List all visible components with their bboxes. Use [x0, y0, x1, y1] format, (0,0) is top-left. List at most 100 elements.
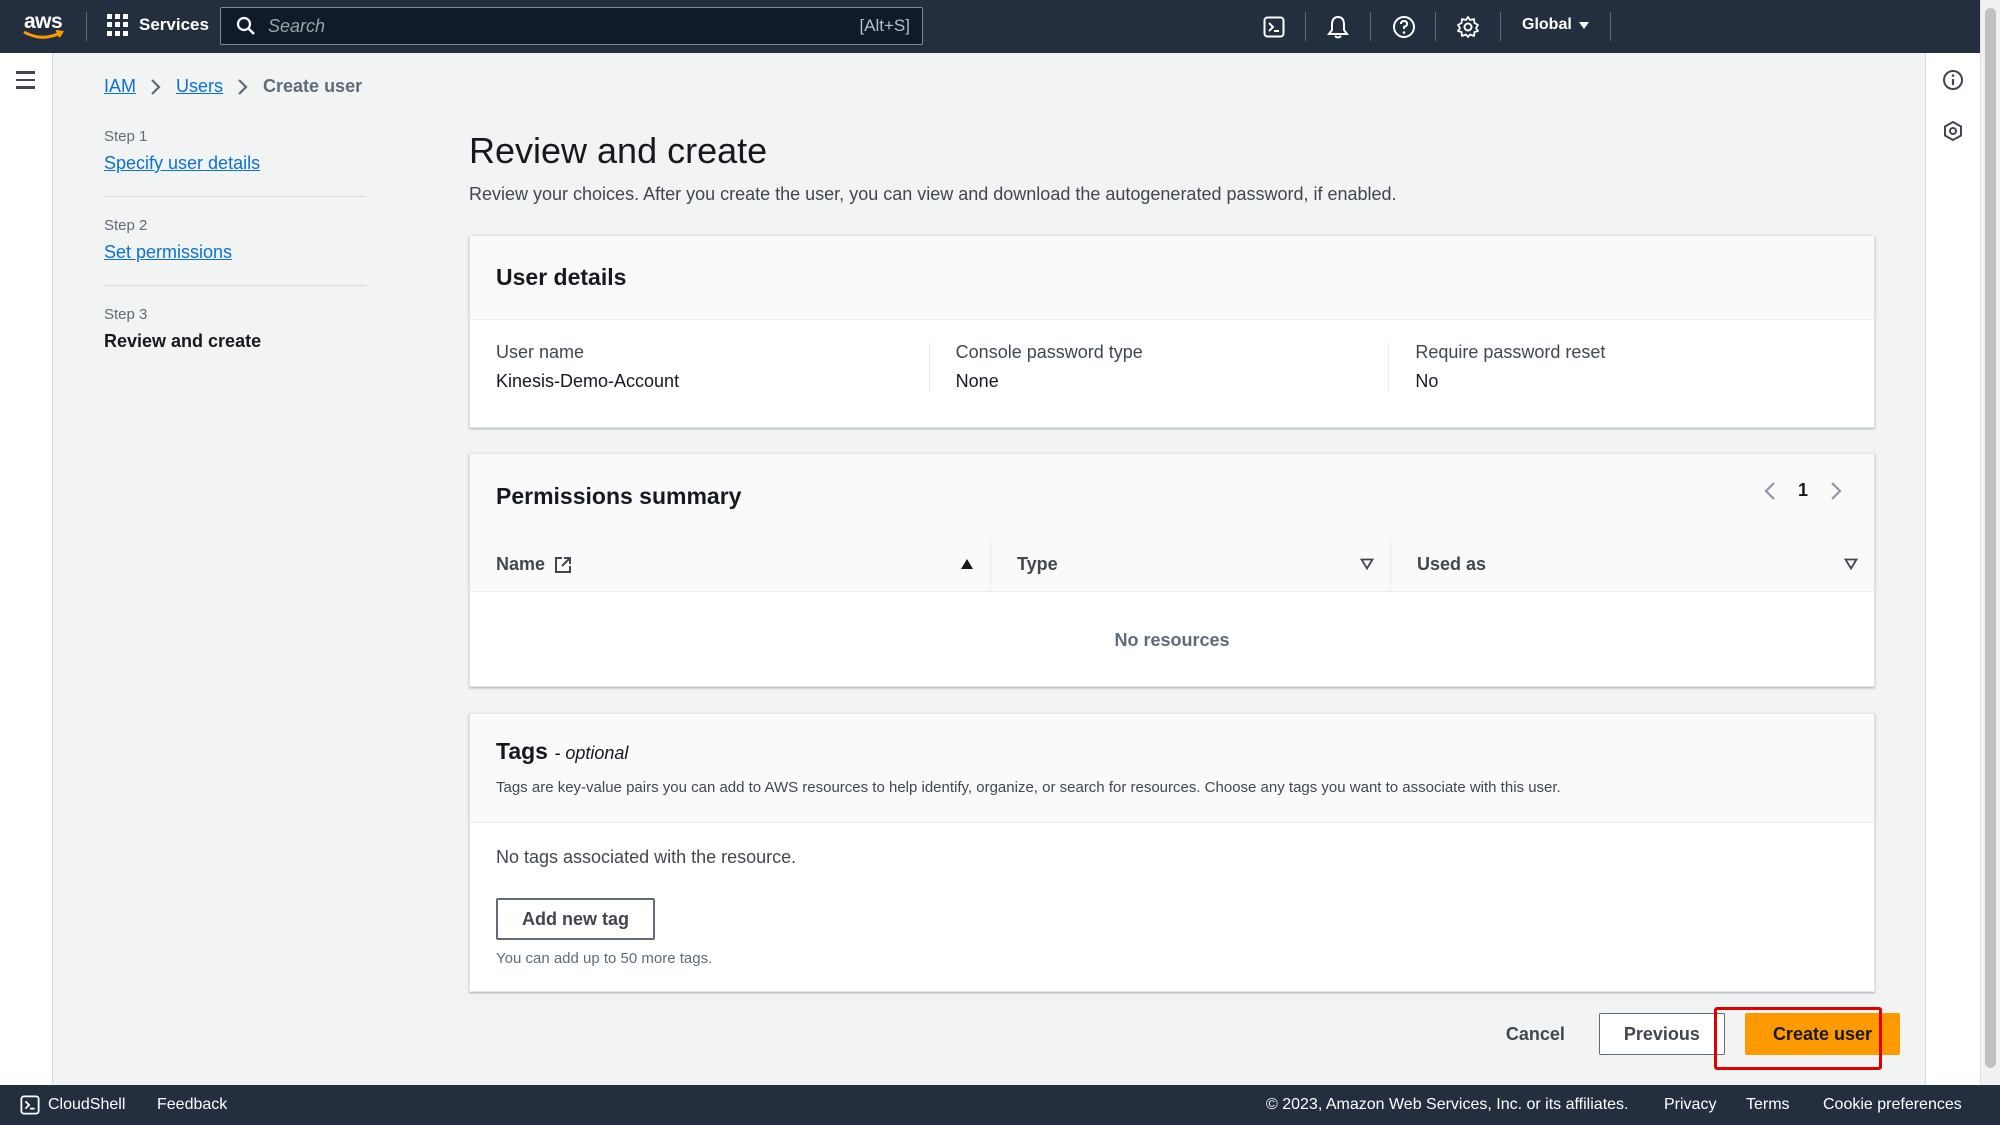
- step-number: Step 2: [104, 217, 148, 234]
- user-details-panel: User details User name Kinesis-Demo-Acco…: [469, 235, 1875, 428]
- create-user-button[interactable]: Create user: [1744, 1013, 1900, 1055]
- form-actions: Cancel Previous Create user: [1484, 1013, 1900, 1055]
- step-1: Step 1 Specify user details: [104, 128, 366, 197]
- field-label: Require password reset: [1415, 342, 1606, 362]
- table-header: Name Type Used as: [470, 538, 1874, 592]
- step-number: Step 3: [104, 306, 148, 323]
- cloudshell-label: CloudShell: [48, 1096, 126, 1113]
- bell-icon: [1327, 15, 1349, 39]
- panel-header: Tags - optional Tags are key-value pairs…: [470, 714, 1874, 823]
- terms-link[interactable]: Terms: [1746, 1096, 1790, 1114]
- sort-desc-icon: [1844, 558, 1858, 570]
- chevron-right-icon[interactable]: [1830, 481, 1842, 501]
- gear-icon: [1457, 16, 1479, 38]
- column-header-name[interactable]: Name: [470, 538, 990, 591]
- grid-icon: [107, 14, 129, 36]
- search-input[interactable]: [268, 15, 828, 37]
- right-rail: [1925, 53, 1980, 1085]
- pagination: 1: [1764, 480, 1842, 501]
- field-value: Kinesis-Demo-Account: [496, 371, 680, 391]
- search-shortcut-hint: [Alt+S]: [859, 16, 910, 35]
- step-number: Step 1: [104, 128, 148, 145]
- chevron-right-icon: [238, 78, 248, 95]
- nav-divider: [86, 12, 87, 41]
- region-selector[interactable]: Global: [1522, 16, 1590, 34]
- step-2: Step 2 Set permissions: [104, 217, 366, 286]
- breadcrumb-current: Create user: [263, 76, 363, 96]
- chevron-left-icon[interactable]: [1764, 481, 1776, 501]
- help-button[interactable]: [1390, 13, 1418, 41]
- copyright-text: © 2023, Amazon Web Services, Inc. or its…: [1266, 1096, 1629, 1113]
- field-value: None: [955, 371, 999, 391]
- services-menu-button[interactable]: Services: [107, 14, 209, 36]
- tags-panel: Tags - optional Tags are key-value pairs…: [469, 713, 1875, 992]
- wizard-steps: Step 1 Specify user details Step 2 Set p…: [104, 128, 366, 394]
- help-icon: [1393, 16, 1415, 38]
- external-link-icon: [555, 556, 572, 573]
- cloudshell-button[interactable]: [1260, 13, 1288, 41]
- permissions-summary-title: Permissions summary: [496, 482, 742, 509]
- field-console-password-type: Console password type None: [928, 342, 1389, 392]
- step-3: Step 3 Review and create: [104, 306, 366, 374]
- settings-hex-icon[interactable]: [1942, 120, 1964, 142]
- cancel-button[interactable]: Cancel: [1484, 1024, 1587, 1045]
- field-user-name: User name Kinesis-Demo-Account: [496, 342, 929, 392]
- tags-optional-label: - optional: [554, 743, 629, 763]
- tags-limit-text: You can add up to 50 more tags.: [496, 950, 713, 967]
- field-value: No: [1415, 371, 1439, 391]
- footer: CloudShell Feedback © 2023, Amazon Web S…: [0, 1085, 2000, 1125]
- aws-logo[interactable]: aws: [22, 10, 66, 42]
- privacy-link[interactable]: Privacy: [1664, 1096, 1716, 1114]
- settings-button[interactable]: [1454, 13, 1482, 41]
- top-navigation: aws Services [Alt+S]: [0, 0, 2000, 53]
- page-number[interactable]: 1: [1798, 480, 1808, 501]
- vertical-scrollbar[interactable]: [1980, 0, 2000, 1085]
- page-description: Review your choices. After you create th…: [469, 184, 1397, 204]
- column-header-type[interactable]: Type: [990, 538, 1390, 591]
- user-details-grid: User name Kinesis-Demo-Account Console p…: [470, 320, 1874, 414]
- breadcrumb-users[interactable]: Users: [176, 76, 223, 97]
- column-label: Name: [496, 554, 546, 574]
- column-header-used-as[interactable]: Used as: [1390, 538, 1874, 591]
- feedback-link[interactable]: Feedback: [157, 1096, 227, 1114]
- previous-button[interactable]: Previous: [1598, 1013, 1725, 1055]
- step-link-specify-user-details[interactable]: Specify user details: [104, 153, 260, 173]
- caret-down-icon: [1578, 22, 1589, 29]
- info-icon[interactable]: [1942, 69, 1964, 91]
- smile-icon: [23, 30, 64, 39]
- cookie-preferences-link[interactable]: Cookie preferences: [1823, 1096, 1962, 1114]
- notifications-button[interactable]: [1324, 13, 1352, 41]
- column-label: Type: [1017, 554, 1058, 574]
- nav-divider: [1500, 12, 1501, 41]
- nav-divider: [1610, 12, 1611, 41]
- tags-description: Tags are key-value pairs you can add to …: [496, 779, 1561, 796]
- no-tags-text: No tags associated with the resource.: [496, 847, 797, 867]
- menu-icon[interactable]: [16, 71, 35, 94]
- sort-desc-icon: [1360, 558, 1374, 570]
- scrollbar-thumb[interactable]: [1985, 8, 1996, 1068]
- search-box[interactable]: [Alt+S]: [220, 7, 923, 45]
- page-title: Review and create: [469, 130, 768, 171]
- column-label: Used as: [1417, 554, 1487, 574]
- tags-body: No tags associated with the resource. Ad…: [470, 823, 1874, 993]
- left-rail: [0, 53, 53, 1085]
- step-current-review-and-create: Review and create: [104, 331, 262, 351]
- breadcrumb: IAM Users Create user: [104, 76, 362, 97]
- panel-header: Permissions summary 1: [470, 454, 1874, 538]
- empty-state: No resources: [1114, 629, 1230, 650]
- nav-divider: [1435, 12, 1436, 41]
- sort-asc-icon: [961, 559, 973, 569]
- cloudshell-icon: [20, 1095, 40, 1115]
- cloudshell-footer-button[interactable]: CloudShell: [20, 1095, 125, 1115]
- field-label: User name: [496, 342, 585, 362]
- breadcrumb-iam[interactable]: IAM: [104, 76, 136, 97]
- region-label: Global: [1522, 16, 1572, 33]
- nav-divider: [1305, 12, 1306, 41]
- field-require-password-reset: Require password reset No: [1388, 342, 1848, 392]
- chevron-right-icon: [151, 78, 161, 95]
- cloudshell-icon: [1263, 16, 1285, 38]
- add-new-tag-button[interactable]: Add new tag: [496, 898, 655, 940]
- step-link-set-permissions[interactable]: Set permissions: [104, 242, 232, 262]
- field-label: Console password type: [955, 342, 1143, 362]
- panel-header: User details: [470, 236, 1874, 320]
